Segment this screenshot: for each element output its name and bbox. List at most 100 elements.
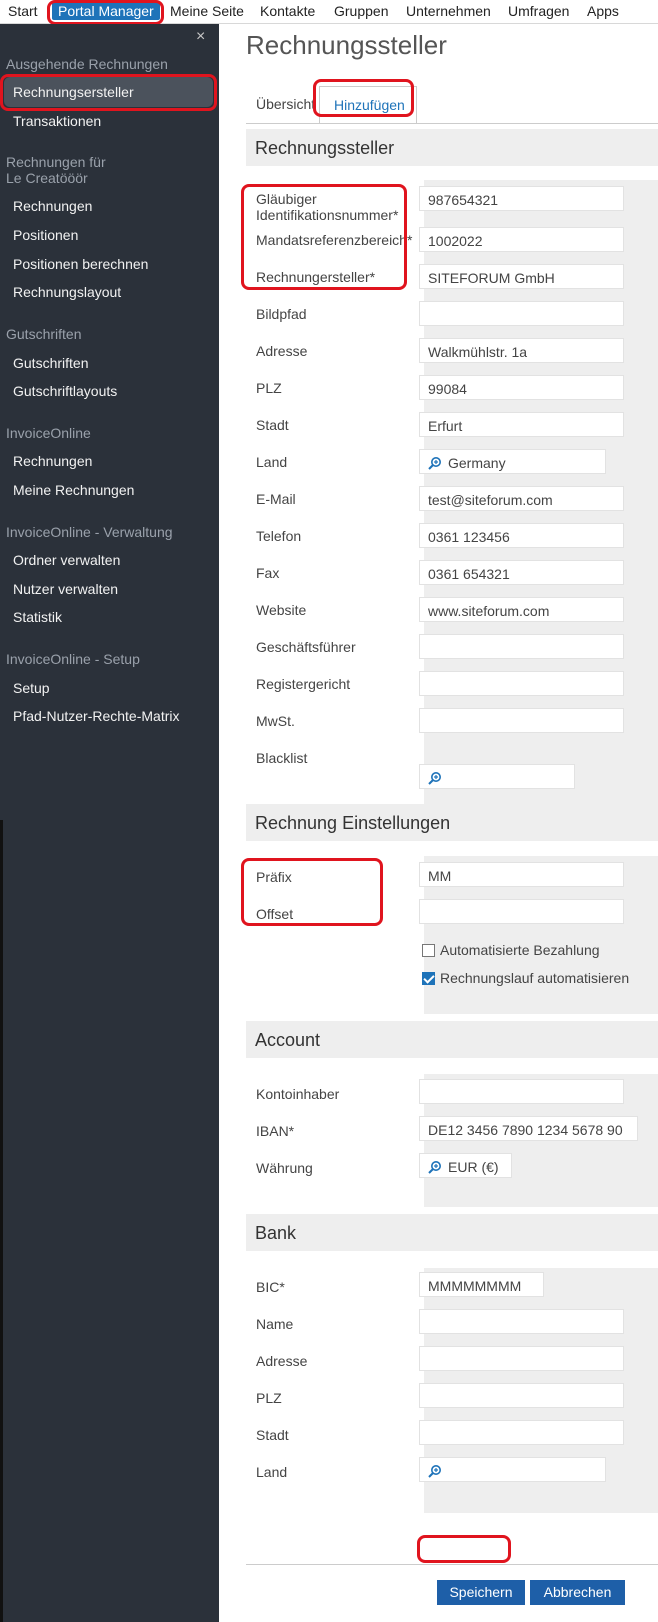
top-navigation: Start Portal Manager Meine Seite Kontakt…: [0, 0, 658, 24]
sidebar-item-nutzer-verwalten[interactable]: Nutzer verwalten: [13, 581, 118, 597]
label-email: E-Mail: [256, 491, 296, 507]
sidebar-item-label: Rechnungsersteller: [13, 84, 134, 100]
label-bank-land: Land: [256, 1464, 288, 1480]
nav-portal-manager[interactable]: Portal Manager: [52, 2, 160, 20]
label-website: Website: [256, 602, 307, 618]
sidebar-item-meine-rechnungen[interactable]: Meine Rechnungen: [13, 482, 134, 498]
label-blacklist: Blacklist: [256, 750, 308, 766]
magnifier-icon[interactable]: [428, 456, 442, 470]
label-iban: IBAN*: [256, 1123, 295, 1139]
label-mwst: MwSt.: [256, 713, 295, 729]
left-edge: [0, 820, 3, 1622]
label-glaeubiger-line2: Identifikationsnummer*: [256, 207, 399, 223]
tab-label: Hinzufügen: [334, 97, 405, 113]
fax-input[interactable]: 0361 654321: [419, 560, 624, 585]
checkbox-automatisierte-bezahlung[interactable]: Automatisierte Bezahlung: [422, 942, 600, 958]
sidebar-item-invoice-rechnungen[interactable]: Rechnungen: [13, 453, 92, 469]
kontoinhaber-input[interactable]: [419, 1079, 624, 1104]
sidebar-item-rechnungen[interactable]: Rechnungen: [13, 198, 92, 214]
label-fax: Fax: [256, 565, 280, 581]
telefon-input[interactable]: 0361 123456: [419, 523, 624, 548]
iban-input[interactable]: DE12 3456 7890 1234 5678 90: [419, 1116, 638, 1141]
plz-input[interactable]: 99084: [419, 375, 624, 400]
section-header-account: Account: [246, 1021, 658, 1058]
land-lookup[interactable]: Germany: [419, 449, 606, 474]
sidebar: × Ausgehende Rechnungen Rechnungserstell…: [0, 24, 219, 1622]
tab-uebersicht[interactable]: Übersicht: [256, 96, 315, 112]
label-bic: BIC*: [256, 1279, 285, 1295]
sidebar-item-rechnungsersteller[interactable]: Rechnungsersteller: [4, 77, 213, 107]
bank-stadt-input[interactable]: [419, 1420, 624, 1445]
bank-land-lookup[interactable]: [419, 1457, 606, 1482]
sidebar-heading: Ausgehende Rechnungen: [6, 56, 168, 72]
label-bank-stadt: Stadt: [256, 1427, 289, 1443]
bank-name-input[interactable]: [419, 1309, 624, 1334]
praefix-input[interactable]: MM: [419, 862, 624, 887]
sidebar-item-positionen[interactable]: Positionen: [13, 227, 78, 243]
sidebar-item-ordner-verwalten[interactable]: Ordner verwalten: [13, 552, 120, 568]
label-adresse: Adresse: [256, 343, 308, 359]
mandatsreferenz-input[interactable]: 1002022: [419, 227, 624, 252]
save-button[interactable]: Speichern: [437, 1580, 525, 1605]
label-stadt: Stadt: [256, 417, 289, 433]
nav-kontakte[interactable]: Kontakte: [260, 3, 315, 19]
label-bank-adresse: Adresse: [256, 1353, 308, 1369]
bank-adresse-input[interactable]: [419, 1346, 624, 1371]
nav-unternehmen[interactable]: Unternehmen: [406, 3, 491, 19]
glaeubiger-id-input[interactable]: 987654321: [419, 186, 624, 211]
bic-input[interactable]: MMMMMMMM: [419, 1272, 544, 1297]
nav-start[interactable]: Start: [8, 3, 38, 19]
label-offset: Offset: [256, 906, 294, 922]
sidebar-heading: InvoiceOnline: [6, 425, 91, 441]
sidebar-item-transaktionen[interactable]: Transaktionen: [13, 113, 101, 129]
sidebar-item-rechnungslayout[interactable]: Rechnungslayout: [13, 284, 121, 300]
mwst-input[interactable]: [419, 708, 624, 733]
registergericht-input[interactable]: [419, 671, 624, 696]
email-input[interactable]: test@siteforum.com: [419, 486, 624, 511]
sidebar-heading-line2: Le Creatööör: [6, 170, 88, 186]
nav-umfragen[interactable]: Umfragen: [508, 3, 569, 19]
label-rechnungersteller: Rechnungersteller*: [256, 269, 376, 285]
sidebar-item-pfad-nutzer-rechte-matrix[interactable]: Pfad-Nutzer-Rechte-Matrix: [13, 708, 180, 724]
stadt-input[interactable]: Erfurt: [419, 412, 624, 437]
section-header-rechnungssteller: Rechnungssteller: [246, 129, 658, 166]
waehrung-value: EUR (€): [448, 1159, 499, 1175]
label-praefix: Präfix: [256, 869, 292, 885]
close-icon[interactable]: ×: [196, 28, 205, 46]
sidebar-heading: InvoiceOnline - Verwaltung: [6, 524, 173, 540]
bank-plz-input[interactable]: [419, 1383, 624, 1408]
checkbox-rechnungslauf-automatisieren[interactable]: Rechnungslauf automatisieren: [422, 970, 629, 986]
main-content: Rechnungssteller Übersicht Hinzufügen Re…: [219, 24, 658, 1622]
sidebar-item-gutschriften[interactable]: Gutschriften: [13, 355, 88, 371]
checkbox-unchecked[interactable]: [422, 944, 435, 957]
cancel-button[interactable]: Abbrechen: [530, 1580, 625, 1605]
tab-hinzufuegen[interactable]: Hinzufügen: [319, 86, 417, 124]
page-title: Rechnungssteller: [246, 30, 447, 60]
magnifier-icon[interactable]: [428, 771, 442, 785]
magnifier-icon[interactable]: [428, 1160, 442, 1174]
sidebar-item-statistik[interactable]: Statistik: [13, 609, 62, 625]
checkbox-label: Automatisierte Bezahlung: [440, 942, 600, 958]
bildpfad-input[interactable]: [419, 301, 624, 326]
checkbox-checked[interactable]: [422, 972, 435, 985]
website-input[interactable]: www.siteforum.com: [419, 597, 624, 622]
label-telefon: Telefon: [256, 528, 302, 544]
label-registergericht: Registergericht: [256, 676, 351, 692]
magnifier-icon[interactable]: [428, 1464, 442, 1478]
sidebar-item-gutschriftlayouts[interactable]: Gutschriftlayouts: [13, 383, 117, 399]
sidebar-item-setup[interactable]: Setup: [13, 680, 50, 696]
nav-gruppen[interactable]: Gruppen: [334, 3, 388, 19]
blacklist-lookup[interactable]: [419, 764, 575, 789]
adresse-input[interactable]: Walkmühlstr. 1a: [419, 338, 624, 363]
nav-apps[interactable]: Apps: [587, 3, 619, 19]
geschaeftsfuehrer-input[interactable]: [419, 634, 624, 659]
sidebar-item-positionen-berechnen[interactable]: Positionen berechnen: [13, 256, 148, 272]
label-geschaeftsfuehrer: Geschäftsführer: [256, 639, 356, 655]
nav-meine-seite[interactable]: Meine Seite: [170, 3, 244, 19]
rechnungersteller-input[interactable]: SITEFORUM GmbH: [419, 264, 624, 289]
sidebar-heading: Gutschriften: [6, 326, 82, 342]
waehrung-lookup[interactable]: EUR (€): [419, 1153, 512, 1178]
sidebar-heading: Rechnungen für: [6, 154, 106, 170]
label-mandatsreferenzbereich: Mandatsreferenzbereich*: [256, 232, 413, 248]
offset-input[interactable]: [419, 899, 624, 924]
